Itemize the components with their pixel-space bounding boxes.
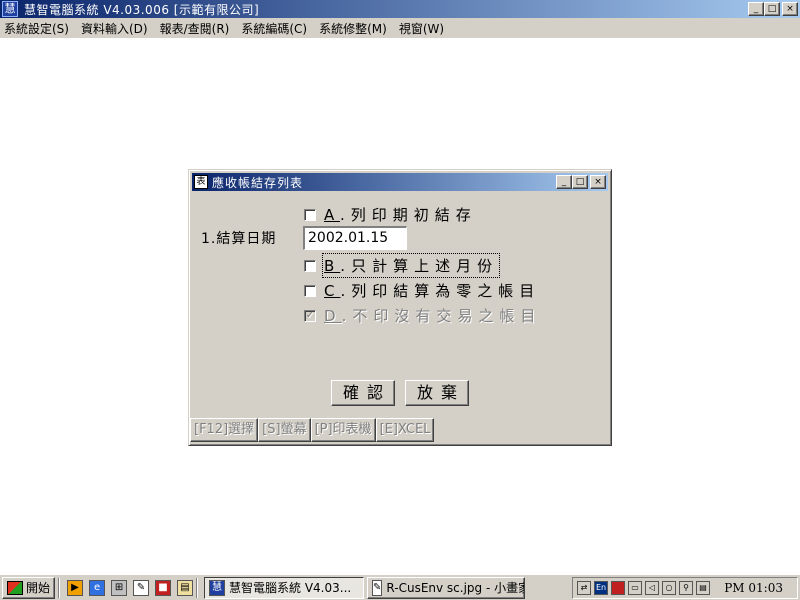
checkbox-b-box[interactable] (304, 259, 316, 272)
main-app-task-icon: 慧 (209, 579, 226, 596)
dialog-title-bar[interactable]: 表 應收帳結存列表 _ □ × (192, 173, 608, 191)
option-d-key: D (324, 307, 342, 325)
option-b-key: B (324, 257, 341, 275)
function-key-bar: [F12]選擇 [S]螢幕 [P]印表機 [E]XCEL (190, 418, 435, 442)
main-window-title: 慧智電腦系統 V4.03.006 [示範有限公司] (24, 2, 260, 17)
confirm-button[interactable]: 確認 (331, 380, 395, 406)
task-paint-label: R-CusEnv sc.jpg - 小畫家 (386, 581, 526, 595)
option-c-checkbox[interactable]: C.列印結算為零之帳目 (304, 280, 540, 301)
taskbar: 開始 ▶ e ⊞ ✎ ■ ▤ 慧 慧智電腦系統 V4.03... ✎ R-Cus… (0, 574, 800, 600)
checkbox-d-box: ✓ (304, 309, 316, 322)
search-icon[interactable]: ⚲ (679, 581, 693, 595)
ie-icon[interactable]: e (89, 579, 106, 596)
quick-launch: ▶ e ⊞ ✎ ■ ▤ (67, 579, 194, 596)
checkbox-a-box[interactable] (304, 208, 316, 221)
app-logo-icon: 慧 (2, 1, 18, 17)
option-b-label: .只計算上述月份 (340, 257, 499, 275)
notepad-icon[interactable]: ✎ (133, 579, 150, 596)
menu-system-codes[interactable]: 系統編碼(C) (241, 20, 307, 37)
option-b-checkbox[interactable]: B.只計算上述月份 (304, 253, 501, 278)
settlement-date-input[interactable]: 2002.01.15 (303, 226, 407, 250)
option-c-key: C (324, 282, 341, 300)
clock[interactable]: PM 01:03 (724, 581, 783, 595)
menu-data-input[interactable]: 資料輸入(D) (81, 20, 148, 37)
language-indicator[interactable]: En (594, 581, 608, 595)
option-d-checkbox: ✓ D.不印沒有交易之帳目 (304, 305, 541, 326)
option-a-key: A (324, 206, 340, 224)
settlement-date-label: 1.結算日期 (201, 231, 277, 247)
network-icon[interactable]: ⇄ (577, 581, 591, 595)
checkbox-c-box[interactable] (304, 284, 316, 297)
windows-logo-icon (7, 580, 23, 595)
taskbar-separator (58, 577, 61, 598)
option-a-label: .列印期初結存 (340, 206, 477, 224)
option-c-label: .列印結算為零之帳目 (340, 282, 541, 300)
media-player-icon[interactable]: ▶ (67, 579, 84, 596)
main-title-bar: 慧 慧智電腦系統 V4.03.006 [示範有限公司] _ □ × (0, 0, 800, 18)
close-button[interactable]: × (782, 2, 798, 16)
start-label: 開始 (26, 581, 51, 595)
cancel-button[interactable]: 放棄 (405, 380, 469, 406)
task-paint[interactable]: ✎ R-CusEnv sc.jpg - 小畫家 (367, 576, 526, 599)
volume-icon[interactable]: ◁ (645, 581, 659, 595)
option-a-checkbox[interactable]: A.列印期初結存 (304, 204, 477, 225)
shield-icon[interactable] (611, 581, 625, 595)
ar-balance-report-dialog: 表 應收帳結存列表 _ □ × A.列印期初結存 1.結算日期 2002.01.… (188, 169, 612, 446)
dialog-close-button[interactable]: × (590, 175, 606, 189)
menu-reports[interactable]: 報表/查閱(R) (160, 20, 230, 37)
folder-icon[interactable]: ▤ (177, 579, 194, 596)
printer-icon[interactable]: ▤ (696, 581, 710, 595)
screen-output-button: [S]螢幕 (258, 418, 311, 442)
excel-output-button: [E]XCEL (375, 418, 435, 442)
monitor-icon[interactable]: ▭ (628, 581, 642, 595)
task-main-app-label: 慧智電腦系統 V4.03... (229, 581, 352, 595)
dialog-title: 應收帳結存列表 (212, 175, 304, 190)
task-main-app[interactable]: 慧 慧智電腦系統 V4.03... (204, 576, 365, 599)
explorer-icon[interactable]: ⊞ (111, 579, 128, 596)
dialog-minimize-button[interactable]: _ (556, 175, 572, 189)
menu-bar: 系統設定(S) 資料輸入(D) 報表/查閱(R) 系統編碼(C) 系統修整(M)… (0, 18, 800, 38)
paint-icon: ✎ (372, 579, 383, 596)
dialog-maximize-button[interactable]: □ (572, 175, 588, 189)
start-button[interactable]: 開始 (2, 576, 56, 599)
dialog-icon: 表 (194, 175, 208, 189)
taskbar-separator (196, 577, 199, 598)
globe-icon[interactable]: ○ (662, 581, 676, 595)
f12-select-button: [F12]選擇 (190, 418, 259, 442)
printer-output-button: [P]印表機 (310, 418, 376, 442)
minimize-button[interactable]: _ (748, 2, 764, 16)
option-d-label: .不印沒有交易之帳目 (341, 307, 542, 325)
menu-window[interactable]: 視窗(W) (399, 20, 444, 37)
maximize-button[interactable]: □ (764, 2, 780, 16)
system-tray: ⇄ En ▭ ◁ ○ ⚲ ▤ PM 01:03 (572, 577, 798, 599)
app-shortcut-icon[interactable]: ■ (155, 579, 172, 596)
menu-system-maintenance[interactable]: 系統修整(M) (319, 20, 387, 37)
menu-system-settings[interactable]: 系統設定(S) (4, 20, 69, 37)
